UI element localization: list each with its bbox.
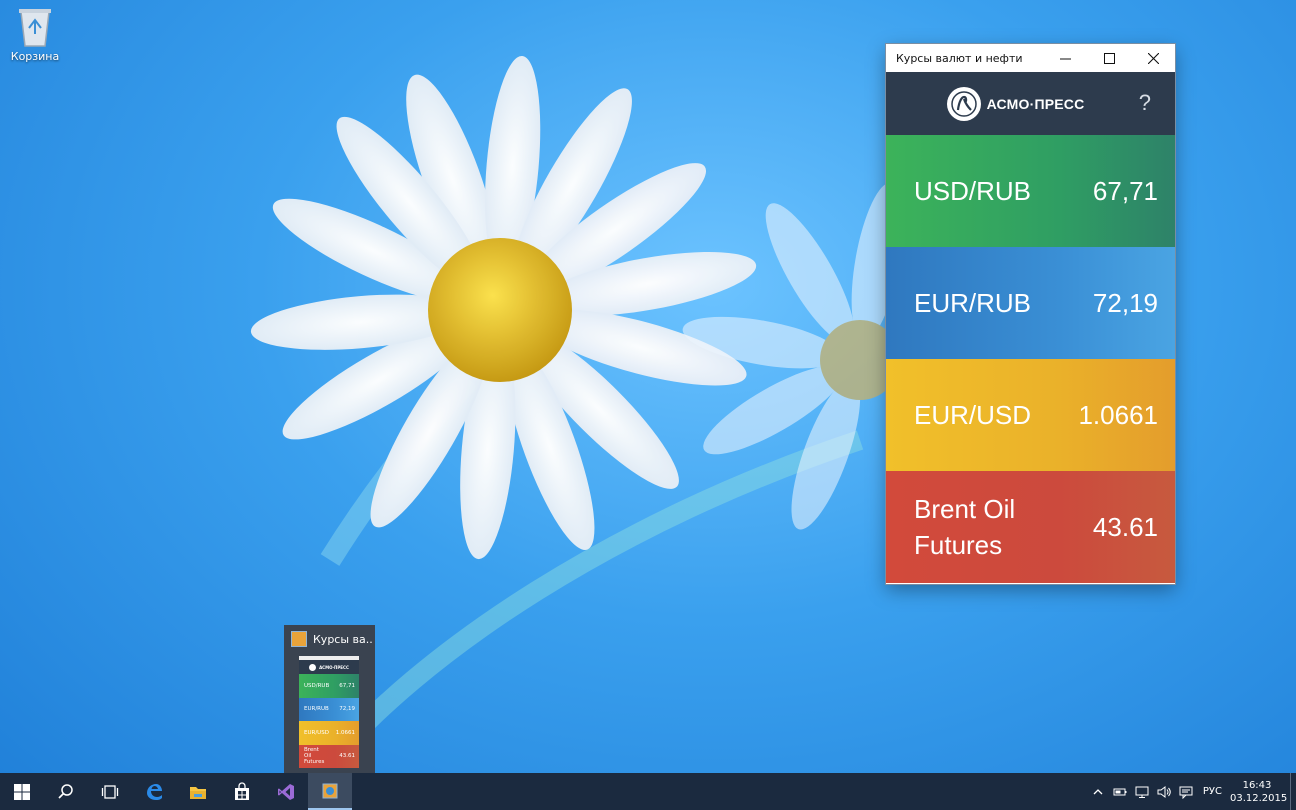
asmo-press-logo: АСМО·ПРЕСС [946, 86, 1085, 121]
action-center-button[interactable] [1175, 773, 1197, 810]
battery-icon [1113, 788, 1127, 795]
mini-rate-value: 67,71 [339, 682, 355, 689]
mini-rate-value: 72,19 [339, 706, 355, 713]
edge-icon [147, 783, 162, 800]
recycle-bin-label: Корзина [10, 50, 60, 63]
windows-logo-icon [14, 783, 30, 800]
rate-pair: EUR/RUB [914, 288, 1032, 318]
rate-pair: EUR/USD [914, 400, 1032, 430]
rate-pair: Brent Oil Futures [914, 494, 1016, 560]
taskbar: РУС 16:43 03.12.2015 [0, 773, 1296, 810]
clock[interactable]: 16:43 03.12.2015 [1230, 779, 1290, 805]
rate-value: 67,71 [1092, 175, 1158, 206]
asmo-logo-icon [946, 86, 981, 121]
mini-rate-row: EUR/USD 1.0661 [299, 721, 359, 745]
battery-button[interactable] [1109, 773, 1131, 810]
folder-icon [190, 786, 206, 799]
speaker-icon [1157, 785, 1171, 798]
currency-app-icon [322, 783, 338, 798]
store-bag-icon [235, 781, 249, 800]
search-button[interactable] [44, 773, 88, 810]
mini-rate-pair: EUR/RUB [304, 706, 329, 713]
clock-time: 16:43 [1242, 779, 1272, 791]
minimize-icon [1059, 58, 1071, 59]
start-button[interactable] [0, 773, 44, 810]
store-taskbar-button[interactable] [220, 773, 264, 810]
network-icon [1135, 786, 1149, 798]
mini-logo-text: АСМО·ПРЕСС [319, 664, 349, 670]
file-explorer-taskbar-button[interactable] [176, 773, 220, 810]
recycle-bin-icon [19, 9, 51, 47]
show-hidden-icons-button[interactable] [1087, 773, 1109, 810]
mini-rate-row: USD/RUB 67,71 [299, 674, 359, 698]
visual-studio-taskbar-button[interactable] [264, 773, 308, 810]
rate-row-brent-oil: Brent Oil Futures 43.61 [886, 471, 1175, 583]
recycle-bin[interactable]: Корзина [6, 4, 64, 63]
rate-value: 72,19 [1092, 287, 1158, 318]
show-desktop-button[interactable] [1290, 773, 1296, 810]
currency-app-window: Курсы валют и нефти АСМО·ПРЕСС ? USD/RUB… [886, 44, 1175, 584]
rate-value: 1.0661 [1078, 399, 1158, 430]
mini-rate-value: 43.61 [339, 753, 355, 760]
minimize-button[interactable] [1043, 44, 1087, 72]
logo-text: АСМО·ПРЕСС [986, 95, 1085, 112]
mini-rate-pair: Brent Oil Futures [304, 747, 325, 766]
title-bar[interactable]: Курсы валют и нефти [886, 44, 1175, 72]
edge-taskbar-button[interactable] [132, 773, 176, 810]
help-button[interactable]: ? [1139, 90, 1151, 116]
search-icon [58, 783, 73, 799]
taskbar-thumbnail-preview[interactable]: Курсы ва... АСМО·ПРЕСС USD/RUB 67,71 EUR… [284, 625, 375, 773]
notifications-icon [1179, 786, 1193, 799]
mini-rate-row: Brent Oil Futures 43.61 [299, 744, 359, 768]
rate-row-eur-rub: EUR/RUB 72,19 [886, 247, 1175, 359]
maximize-button[interactable] [1087, 44, 1131, 72]
rate-pair: USD/RUB [914, 176, 1032, 206]
thumbnail-title: Курсы ва... [313, 632, 373, 646]
rate-value: 43.61 [1092, 511, 1158, 542]
app-icon [291, 631, 307, 647]
chevron-up-icon [1093, 788, 1103, 794]
thumbnail-window-preview: АСМО·ПРЕСС USD/RUB 67,71 EUR/RUB 72,19 E… [299, 656, 359, 768]
network-button[interactable] [1131, 773, 1153, 810]
close-button[interactable] [1131, 44, 1175, 72]
rate-row-eur-usd: EUR/USD 1.0661 [886, 359, 1175, 471]
close-icon [1147, 52, 1159, 64]
currency-app-taskbar-button[interactable] [308, 773, 352, 810]
task-view-button[interactable] [88, 773, 132, 810]
task-view-icon [101, 784, 119, 799]
mini-logo-icon [309, 663, 317, 671]
volume-button[interactable] [1153, 773, 1175, 810]
window-title: Курсы валют и нефти [896, 51, 1023, 65]
maximize-icon [1103, 52, 1115, 64]
input-language-indicator[interactable]: РУС [1197, 786, 1230, 797]
mini-rate-value: 1.0661 [335, 729, 355, 736]
mini-rate-pair: EUR/USD [304, 729, 329, 736]
rate-row-usd-rub: USD/RUB 67,71 [886, 135, 1175, 247]
mini-rate-row: EUR/RUB 72,19 [299, 697, 359, 721]
visual-studio-icon [278, 783, 294, 800]
system-tray: РУС 16:43 03.12.2015 [1087, 773, 1296, 810]
app-header: АСМО·ПРЕСС ? [886, 72, 1175, 135]
mini-rate-pair: USD/RUB [304, 682, 330, 689]
clock-date: 03.12.2015 [1230, 792, 1288, 804]
